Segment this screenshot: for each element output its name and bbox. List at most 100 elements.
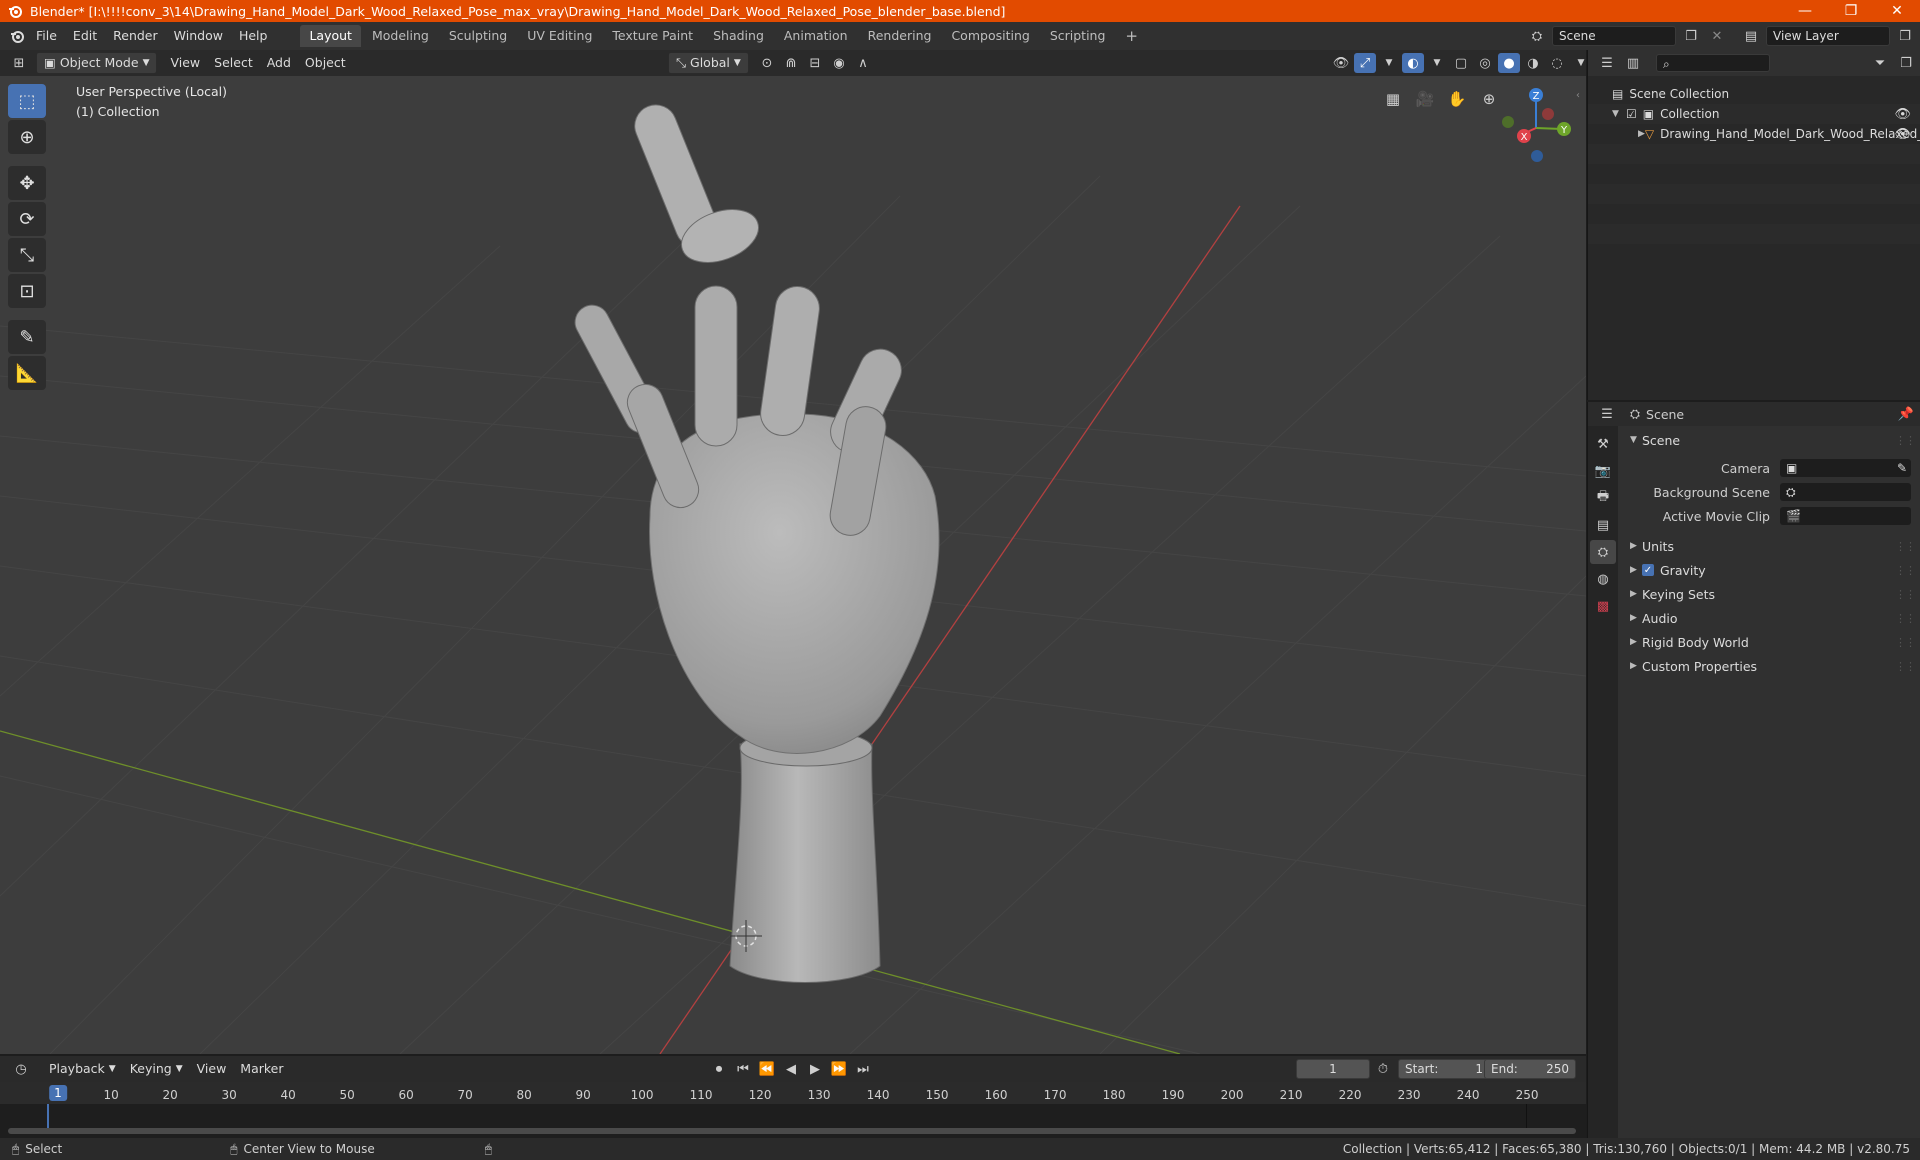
tool-tab-icon[interactable]: ⚒	[1590, 432, 1616, 456]
menu-file[interactable]: File	[28, 22, 65, 50]
menu-window[interactable]: Window	[166, 22, 231, 50]
play-icon[interactable]: ▶	[804, 1059, 826, 1079]
current-frame-field[interactable]: 1	[1296, 1059, 1370, 1079]
drag-handle-icon[interactable]: ⋮⋮	[1895, 636, 1916, 649]
rigid-body-world-panel-header[interactable]: ▶ Rigid Body World ⋮⋮	[1620, 630, 1920, 654]
scene-tab-icon[interactable]: ⛭	[1590, 540, 1616, 564]
frame-ruler[interactable]: 1 10 20 30 40 50 60 70 80 90 100 110 120 130 140 150 160…	[0, 1082, 1586, 1104]
pan-hand-icon[interactable]: ✋	[1444, 86, 1470, 112]
next-keyframe-icon[interactable]: ⏩	[828, 1059, 850, 1079]
view-layer-icon[interactable]: ▤	[1740, 26, 1762, 46]
custom-properties-panel-header[interactable]: ▶ Custom Properties ⋮⋮	[1620, 654, 1920, 678]
gravity-checkbox[interactable]: ✓	[1642, 564, 1654, 576]
transform-orientation-dropdown[interactable]: ⤡ Global ▼	[668, 52, 749, 74]
zoom-icon[interactable]: ⊕	[1476, 86, 1502, 112]
preview-range-icon[interactable]: ⏱	[1372, 1059, 1394, 1079]
delete-scene-icon[interactable]: ✕	[1706, 26, 1728, 46]
mode-dropdown[interactable]: ▣ Object Mode ▼	[36, 52, 158, 74]
outliner-search-input[interactable]: ⌕	[1656, 54, 1770, 72]
sidebar-toggle-icon[interactable]: ‹	[1576, 90, 1580, 101]
transform-tool-icon[interactable]: ⊡	[8, 274, 46, 308]
tab-modeling[interactable]: Modeling	[363, 25, 438, 47]
output-tab-icon[interactable]: 🖶	[1590, 486, 1616, 510]
close-button[interactable]: ✕	[1874, 0, 1920, 22]
drag-handle-icon[interactable]: ⋮⋮	[1895, 434, 1916, 447]
overlays-toggle-icon[interactable]: ◐	[1402, 53, 1424, 73]
menu-edit[interactable]: Edit	[65, 22, 105, 50]
eye-icon[interactable]: 👁	[1894, 107, 1911, 122]
outliner-row-collection[interactable]: ▼ ☑ ▣ Collection 👁	[1588, 104, 1920, 124]
toggle-camera-grid-icon[interactable]: ▦	[1380, 86, 1406, 112]
current-frame-indicator[interactable]: 1	[49, 1085, 67, 1101]
snap-target-icon[interactable]: ⊟	[804, 53, 826, 73]
tab-sculpting[interactable]: Sculpting	[440, 25, 516, 47]
jump-end-icon[interactable]: ⏭	[852, 1059, 874, 1079]
proportional-edit-icon[interactable]: ◉	[828, 53, 850, 73]
menu-playback[interactable]: Playback ▼	[42, 1059, 123, 1079]
scene-name-field[interactable]: Scene	[1552, 26, 1676, 46]
falloff-icon[interactable]: ∧	[852, 53, 874, 73]
maximize-button[interactable]: ❐	[1828, 0, 1874, 22]
render-tab-icon[interactable]: 📷	[1590, 459, 1616, 483]
blender-menu-icon[interactable]	[6, 26, 28, 46]
snap-icon[interactable]: ⋒	[780, 53, 802, 73]
measure-tool-icon[interactable]: 📐	[8, 356, 46, 390]
background-scene-field[interactable]: ⛭	[1780, 483, 1911, 501]
record-icon[interactable]: ⏺	[708, 1059, 730, 1079]
new-scene-icon[interactable]: ❐	[1680, 26, 1702, 46]
new-collection-icon[interactable]: ❐	[1895, 53, 1917, 73]
tab-scripting[interactable]: Scripting	[1041, 25, 1115, 47]
gizmo-toggle-icon[interactable]: ⤢	[1354, 53, 1376, 73]
view-layer-field[interactable]: View Layer	[1766, 26, 1890, 46]
menu-timeline-view[interactable]: View	[190, 1059, 234, 1079]
material-shading-icon[interactable]: ◑	[1522, 53, 1544, 73]
view-layer-tab-icon[interactable]: ▤	[1590, 513, 1616, 537]
hand-model[interactable]	[569, 99, 940, 983]
expand-arrow-icon[interactable]: ▶	[1638, 129, 1645, 139]
3d-viewport[interactable]: Z Y X User Perspective (Local) (1) Colle…	[0, 76, 1586, 1054]
navigation-gizmo[interactable]: Z Y X	[1502, 88, 1571, 162]
select-box-tool-icon[interactable]: ⬚	[8, 84, 46, 118]
cursor-tool-icon[interactable]: ⊕	[8, 120, 46, 154]
new-view-layer-icon[interactable]: ❐	[1894, 26, 1916, 46]
checkbox-icon[interactable]: ☑	[1626, 107, 1637, 121]
drag-handle-icon[interactable]: ⋮⋮	[1895, 660, 1916, 673]
minimize-button[interactable]: —	[1782, 0, 1828, 22]
units-panel-header[interactable]: ▶ Units ⋮⋮	[1620, 534, 1920, 558]
scale-tool-icon[interactable]: ⤡	[8, 238, 46, 272]
gravity-panel-header[interactable]: ▶ ✓ Gravity ⋮⋮	[1620, 558, 1920, 582]
outliner-editor-type-icon[interactable]: ☰	[1596, 53, 1618, 73]
overlay-dropdown-icon[interactable]: ▼	[1378, 53, 1400, 73]
filter-icon[interactable]: ⏷	[1869, 53, 1891, 73]
tab-compositing[interactable]: Compositing	[942, 25, 1038, 47]
tab-rendering[interactable]: Rendering	[859, 25, 941, 47]
jump-start-icon[interactable]: ⏮	[732, 1059, 754, 1079]
timeline-editor-type-icon[interactable]: ◷	[10, 1059, 32, 1079]
pin-icon[interactable]: 📌	[1895, 404, 1917, 424]
tab-shading[interactable]: Shading	[704, 25, 773, 47]
drag-handle-icon[interactable]: ⋮⋮	[1895, 540, 1916, 553]
menu-help[interactable]: Help	[231, 22, 276, 50]
drag-handle-icon[interactable]: ⋮⋮	[1895, 588, 1916, 601]
menu-select[interactable]: Select	[207, 53, 260, 73]
pivot-point-icon[interactable]: ⊙	[756, 53, 778, 73]
audio-panel-header[interactable]: ▶ Audio ⋮⋮	[1620, 606, 1920, 630]
menu-add[interactable]: Add	[260, 53, 298, 73]
rotate-tool-icon[interactable]: ⟳	[8, 202, 46, 236]
overlays-dropdown-icon[interactable]: ▼	[1426, 53, 1448, 73]
eye-icon[interactable]: 👁	[1894, 127, 1911, 142]
editor-type-icon[interactable]: ⊞	[8, 53, 30, 73]
timeline[interactable]: 1 10 20 30 40 50 60 70 80 90 100 110 120 130 140 150 160…	[0, 1082, 1586, 1138]
visibility-icon[interactable]: 👁	[1330, 53, 1352, 73]
menu-render[interactable]: Render	[105, 22, 166, 50]
menu-view[interactable]: View	[163, 53, 207, 73]
solid-shading-icon[interactable]: ●	[1498, 53, 1520, 73]
properties-editor-type-icon[interactable]: ☰	[1596, 404, 1618, 424]
outliner-row-object[interactable]: ▶ ▽ Drawing_Hand_Model_Dark_Wood_Relaxed…	[1588, 124, 1920, 144]
end-frame-field[interactable]: End: 250	[1484, 1059, 1576, 1079]
menu-marker[interactable]: Marker	[233, 1059, 290, 1079]
drag-handle-icon[interactable]: ⋮⋮	[1895, 612, 1916, 625]
camera-view-icon[interactable]: 🎥	[1412, 86, 1438, 112]
timeline-scrollbar[interactable]	[8, 1128, 1576, 1134]
scene-selector-icon[interactable]: ⛭	[1526, 26, 1548, 46]
